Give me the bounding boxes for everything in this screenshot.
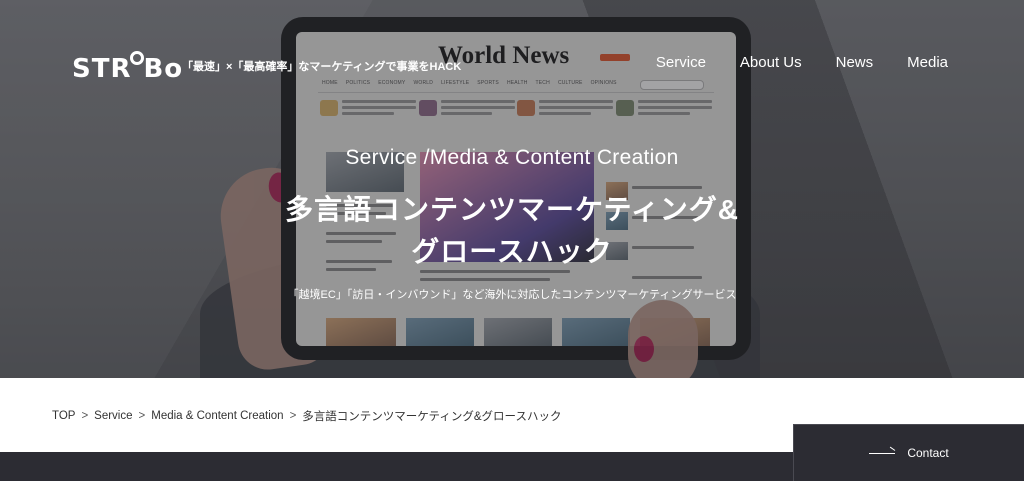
nav-service[interactable]: Service	[656, 54, 706, 71]
page-title: 多言語コンテンツマーケティング& グロースハック	[285, 194, 739, 267]
site-logo[interactable]: STR Bo	[72, 51, 183, 84]
main-nav: Service About Us News Media	[656, 54, 948, 71]
arrow-right-icon	[869, 452, 896, 454]
breadcrumb-media-content[interactable]: Media & Content Creation	[151, 410, 283, 422]
breadcrumb-top[interactable]: TOP	[52, 410, 75, 422]
breadcrumb-separator: >	[138, 410, 146, 422]
contact-button[interactable]: Contact	[793, 424, 1024, 481]
hero-section: World News HOME POLITICS ECONOMY WORLD L…	[0, 0, 1024, 378]
breadcrumb-separator: >	[289, 410, 297, 422]
breadcrumb-separator: >	[81, 410, 89, 422]
hero-category: Service /Media & Content Creation	[345, 146, 679, 169]
breadcrumb: TOP > Service > Media & Content Creation…	[52, 408, 561, 424]
nav-media[interactable]: Media	[907, 54, 948, 71]
hero-subtitle: 「越境EC」「訪日・インバウンド」など海外に対応したコンテンツマーケティングサー…	[287, 289, 737, 301]
breadcrumb-current: 多言語コンテンツマーケティング&グロースハック	[302, 411, 562, 423]
header-tagline: 「最速」×「最高確率」なマーケティングで事業をHACK	[182, 61, 462, 73]
hero-text: Service /Media & Content Creation 多言語コンテ…	[0, 146, 1024, 302]
nav-about-us[interactable]: About Us	[740, 54, 802, 71]
breadcrumb-service[interactable]: Service	[94, 410, 132, 422]
contact-label: Contact	[907, 446, 949, 460]
nav-news[interactable]: News	[836, 54, 874, 71]
